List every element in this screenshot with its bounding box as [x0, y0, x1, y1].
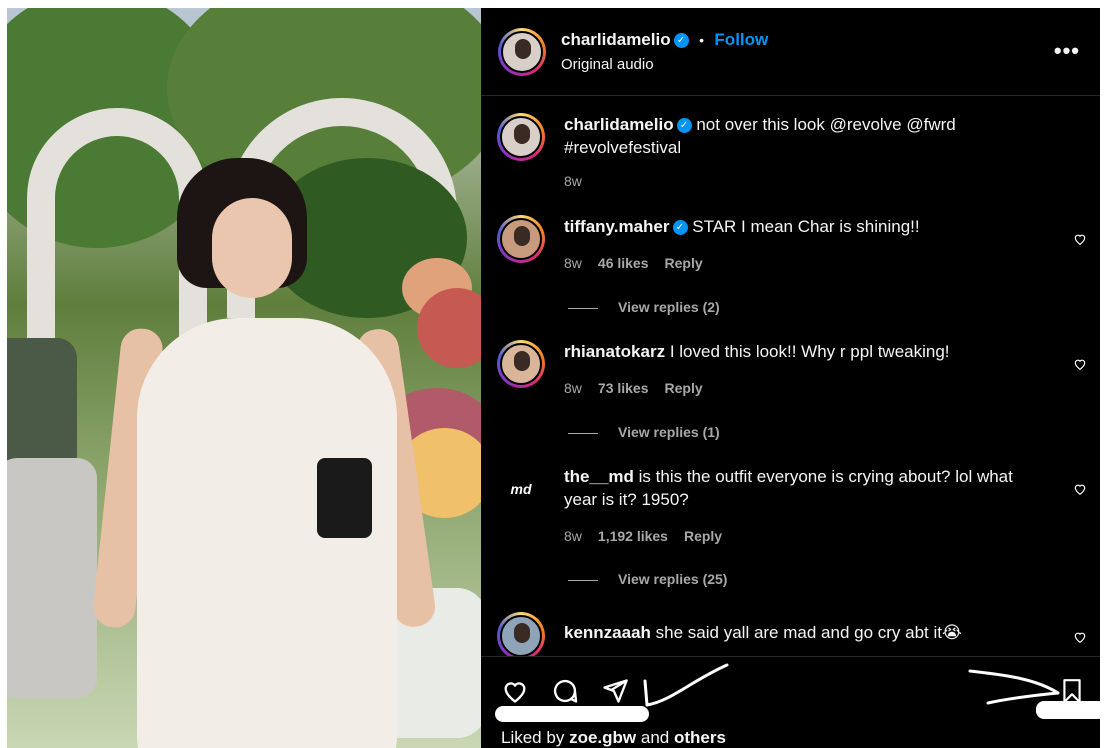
- comment-username[interactable]: the__md: [564, 467, 634, 486]
- like-comment-heart-icon[interactable]: [1073, 482, 1087, 496]
- scribble-mark: [643, 663, 729, 707]
- like-comment-heart-icon[interactable]: [1073, 232, 1087, 246]
- comment-text-block: kennzaaah she said yall are mad and go c…: [564, 621, 1034, 644]
- verified-badge-icon: ✓: [672, 220, 688, 236]
- like-comment-heart-icon[interactable]: [1073, 630, 1087, 644]
- author-avatar[interactable]: [497, 113, 545, 161]
- liked-by-prefix: Liked by: [501, 728, 565, 747]
- post-side-panel: charlidamelio ✓ • Follow Original audio •…: [481, 8, 1106, 748]
- face: [212, 198, 292, 298]
- view-replies-button[interactable]: View replies (25): [568, 571, 727, 587]
- verified-badge-icon: ✓: [676, 118, 692, 134]
- comment-meta: 8w 46 likes Reply: [564, 255, 703, 271]
- redaction-scribble: [495, 706, 649, 722]
- share-icon[interactable]: [601, 677, 629, 705]
- comment-time: 8w: [564, 528, 582, 544]
- like-comment-heart-icon[interactable]: [1073, 357, 1087, 371]
- liked-by-and: and: [640, 728, 670, 747]
- commenter-avatar[interactable]: [497, 215, 545, 263]
- woman-in-white-dress: [91, 158, 438, 748]
- author-line: charlidamelio ✓ • Follow: [561, 30, 768, 50]
- author-username[interactable]: charlidamelio: [561, 30, 671, 49]
- comment-text: she said yall are mad and go cry abt it😭: [655, 623, 962, 642]
- caption-time: 8w: [564, 173, 582, 189]
- caption-author[interactable]: charlidamelio: [564, 115, 674, 134]
- view-replies-label: View replies (25): [618, 571, 728, 587]
- reply-button[interactable]: Reply: [684, 528, 722, 544]
- comment-time: 8w: [564, 255, 582, 271]
- separator: •: [699, 32, 704, 48]
- divider: [568, 432, 598, 434]
- comment-time: 8w: [564, 380, 582, 396]
- comment-text-block: tiffany.maher ✓ STAR I mean Char is shini…: [564, 215, 1034, 238]
- post-image[interactable]: [7, 8, 481, 748]
- comment-text-block: the__md is this the outfit everyone is c…: [564, 465, 1034, 511]
- commenter-avatar[interactable]: md: [497, 465, 545, 513]
- heart-icon[interactable]: [501, 677, 529, 705]
- avatar-text: md: [497, 465, 545, 513]
- liked-by-user[interactable]: zoe.gbw: [569, 728, 636, 747]
- view-replies-button[interactable]: View replies (1): [568, 424, 720, 440]
- comment-likes[interactable]: 46 likes: [598, 255, 649, 271]
- comment-text: STAR I mean Char is shining!!: [692, 217, 920, 236]
- commenter-avatar[interactable]: [497, 340, 545, 388]
- comment-likes[interactable]: 1,192 likes: [598, 528, 668, 544]
- comment-meta: 8w 1,192 likes Reply: [564, 528, 722, 544]
- view-replies-button[interactable]: View replies (2): [568, 299, 720, 315]
- comment-username[interactable]: tiffany.maher: [564, 217, 670, 236]
- background-person: [7, 458, 97, 698]
- commenter-avatar[interactable]: [497, 612, 545, 656]
- more-horizontal-icon[interactable]: •••: [1054, 38, 1080, 64]
- comment-meta: 8w 73 likes Reply: [564, 380, 703, 396]
- reply-button[interactable]: Reply: [665, 380, 703, 396]
- audio-label[interactable]: Original audio: [561, 56, 654, 73]
- comment: kennzaaah she said yall are mad and go c…: [497, 612, 1087, 656]
- reply-button[interactable]: Reply: [665, 255, 703, 271]
- redaction-scribble: [1036, 701, 1106, 719]
- divider: [568, 307, 598, 309]
- comment-likes[interactable]: 73 likes: [598, 380, 649, 396]
- comment-text: I loved this look!! Why r ppl tweaking!: [669, 342, 950, 361]
- verified-badge-icon: ✓: [673, 33, 689, 49]
- comment-icon[interactable]: [551, 677, 579, 705]
- flower: [417, 288, 481, 368]
- comment-username[interactable]: rhianatokarz: [564, 342, 665, 361]
- author-avatar[interactable]: [498, 28, 546, 76]
- caption-text-block: charlidamelio ✓ not over this look @revol…: [564, 113, 1034, 159]
- view-replies-label: View replies (2): [618, 299, 720, 315]
- divider: [568, 579, 598, 581]
- liked-by-others[interactable]: others: [674, 728, 726, 747]
- instagram-post-view: charlidamelio ✓ • Follow Original audio •…: [0, 0, 1107, 748]
- post-header: charlidamelio ✓ • Follow Original audio •…: [481, 8, 1100, 96]
- view-replies-label: View replies (1): [618, 424, 720, 440]
- comment-username[interactable]: kennzaaah: [564, 623, 651, 642]
- liked-by: Liked by zoe.gbw and others: [501, 728, 726, 748]
- comment-text-block: rhianatokarz I loved this look!! Why r p…: [564, 340, 1034, 363]
- follow-button[interactable]: Follow: [714, 30, 768, 49]
- handbag: [317, 458, 372, 538]
